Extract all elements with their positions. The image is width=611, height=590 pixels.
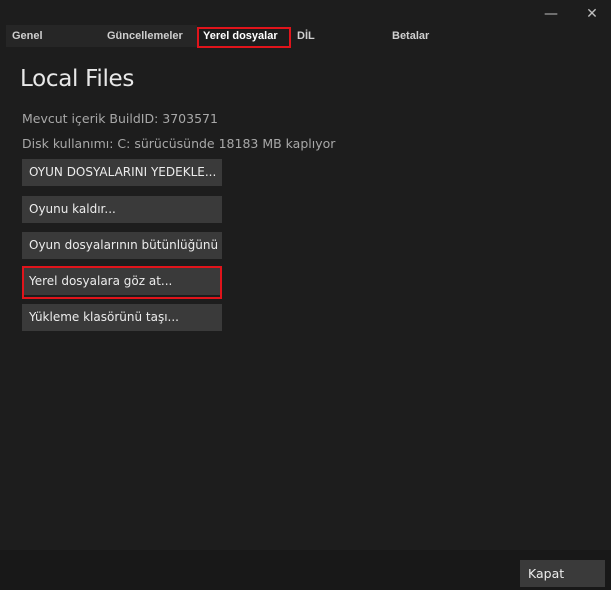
move-install-folder-button[interactable]: Yükleme klasörünü taşı... bbox=[22, 304, 222, 331]
tab-dil[interactable]: DİL bbox=[291, 25, 386, 47]
backup-game-files-button[interactable]: OYUN DOSYALARINI YEDEKLE... bbox=[22, 159, 222, 186]
verify-integrity-button[interactable]: Oyun dosyalarının bütünlüğünü doğrula... bbox=[22, 232, 222, 259]
build-id-text: Mevcut içerik BuildID: 3703571 bbox=[22, 111, 218, 126]
close-button[interactable]: Kapat bbox=[520, 560, 605, 587]
minimize-icon[interactable]: — bbox=[539, 4, 563, 24]
close-icon[interactable]: ✕ bbox=[580, 4, 604, 24]
page-title: Local Files bbox=[20, 66, 135, 92]
disk-usage-text: Disk kullanımı: C: sürücüsünde 18183 MB … bbox=[22, 136, 336, 151]
uninstall-game-button[interactable]: Oyunu kaldır... bbox=[22, 196, 222, 223]
tab-guncellemeler[interactable]: Güncellemeler bbox=[101, 25, 197, 47]
title-bar: — ✕ bbox=[0, 0, 611, 24]
selected-tab-highlight bbox=[197, 27, 291, 48]
tab-betalar[interactable]: Betalar bbox=[386, 25, 481, 47]
tab-genel[interactable]: Genel bbox=[6, 25, 101, 47]
browse-button-highlight bbox=[22, 266, 222, 299]
